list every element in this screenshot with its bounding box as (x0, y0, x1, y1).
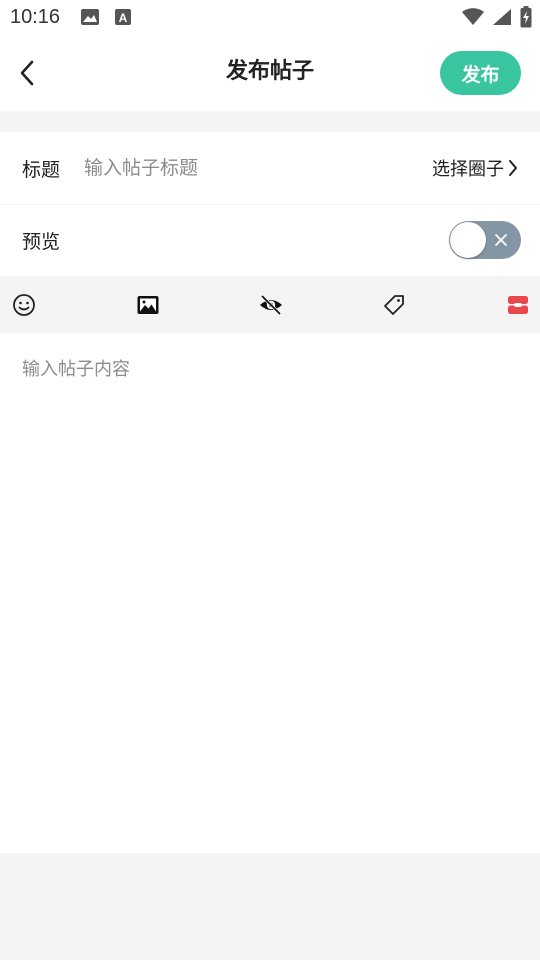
title-label: 标题 (22, 158, 61, 181)
emoji-icon (13, 294, 35, 316)
tag-button[interactable] (381, 292, 407, 318)
content-input[interactable] (22, 355, 518, 835)
emoji-button[interactable] (11, 292, 37, 318)
svg-text:A: A (119, 11, 128, 25)
preview-label: 预览 (22, 231, 61, 253)
hidden-eye-icon (260, 294, 282, 316)
hidden-content-button[interactable] (258, 292, 284, 318)
publish-button[interactable]: 发布 (440, 51, 521, 95)
wifi-icon (462, 8, 484, 30)
red-box-button[interactable] (505, 292, 531, 318)
content-area (0, 333, 540, 853)
editor-toolbar (0, 277, 540, 332)
app-bar: 发布帖子 发布 (0, 36, 540, 111)
chevron-right-icon (509, 160, 517, 176)
battery-charging-icon (520, 6, 532, 32)
status-bar: 10:16 A (0, 0, 540, 36)
close-icon (495, 234, 507, 246)
title-input[interactable] (84, 150, 384, 186)
image-icon (80, 8, 100, 30)
select-circle-label: 选择圈子 (432, 159, 504, 180)
toggle-knob (450, 222, 486, 258)
title-row: 标题 选择圈子 (0, 132, 540, 204)
red-box-icon (508, 296, 528, 314)
tag-icon (384, 295, 404, 315)
signal-icon (492, 8, 512, 30)
select-circle-button[interactable]: 选择圈子 (432, 132, 518, 204)
a-icon: A (114, 8, 132, 30)
status-time: 10:16 (10, 6, 61, 28)
image-button[interactable] (135, 292, 161, 318)
preview-row: 预览 (0, 205, 540, 276)
image-icon (137, 296, 159, 314)
status-indicators (462, 6, 532, 32)
preview-toggle[interactable] (449, 221, 521, 259)
